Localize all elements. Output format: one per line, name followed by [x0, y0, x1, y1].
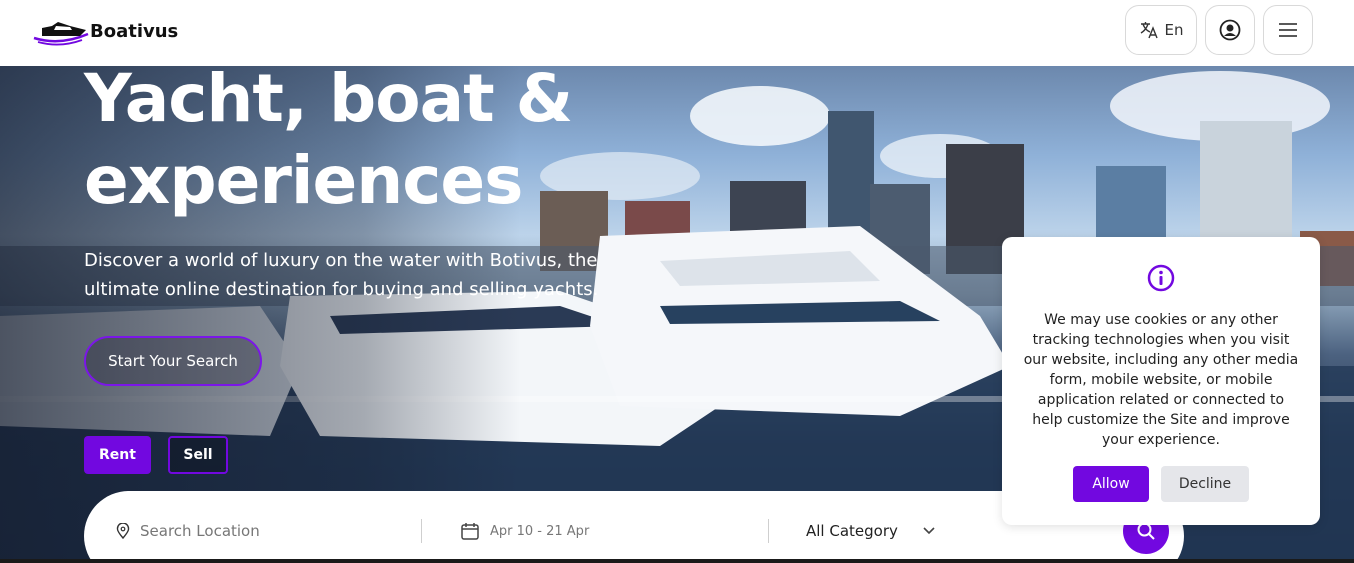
- decline-cookies-button[interactable]: Decline: [1161, 466, 1249, 502]
- info-icon: [1147, 264, 1175, 292]
- hero-subtitle: Discover a world of luxury on the water …: [84, 250, 599, 300]
- user-icon: [1219, 19, 1241, 41]
- search-divider: [768, 519, 769, 543]
- language-button[interactable]: En: [1125, 5, 1197, 55]
- category-select[interactable]: All Category: [806, 519, 938, 543]
- date-range-value[interactable]: Apr 10 - 21 Apr: [490, 524, 589, 539]
- user-account-button[interactable]: [1205, 5, 1255, 55]
- allow-cookies-button[interactable]: Allow: [1073, 466, 1149, 502]
- category-value: All Category: [806, 522, 898, 540]
- start-search-button[interactable]: Start Your Search: [84, 336, 262, 386]
- chevron-down-icon: [923, 527, 935, 535]
- search-divider: [421, 519, 422, 543]
- location-input[interactable]: Search Location: [140, 522, 260, 540]
- calendar-icon: [461, 523, 479, 540]
- sell-tab[interactable]: Sell: [168, 436, 228, 474]
- cookie-message: We may use cookies or any other tracking…: [1023, 312, 1299, 448]
- boat-logo-icon: [33, 22, 89, 46]
- logo[interactable]: Boativus: [30, 14, 178, 48]
- rent-tab[interactable]: Rent: [84, 436, 151, 474]
- language-label: En: [1164, 21, 1184, 39]
- location-pin-icon: [116, 523, 130, 539]
- cookie-consent-popup: We may use cookies or any other tracking…: [1002, 237, 1320, 525]
- menu-button[interactable]: [1263, 5, 1313, 55]
- translate-icon: [1140, 22, 1158, 39]
- bottom-edge: [0, 559, 1354, 563]
- date-field[interactable]: Apr 10 - 21 Apr: [460, 519, 589, 543]
- logo-text: Boativus: [90, 20, 179, 42]
- hero-title: Yacht, boat & experiences: [84, 66, 573, 219]
- menu-icon: [1279, 23, 1297, 37]
- site-header: Boativus En: [0, 0, 1354, 66]
- location-field[interactable]: Search Location: [116, 519, 260, 543]
